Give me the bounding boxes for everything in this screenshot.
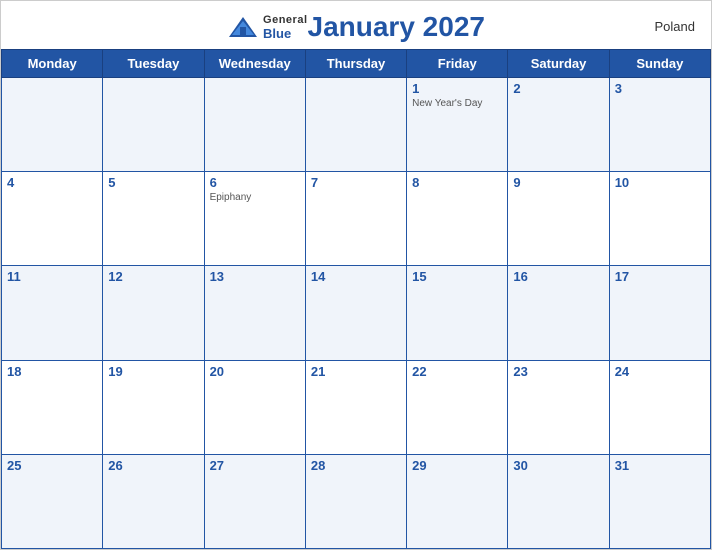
day-number: 8 bbox=[412, 175, 502, 190]
cell-week4-day7: 24 bbox=[609, 360, 710, 454]
cell-week3-day6: 16 bbox=[508, 266, 609, 360]
day-number: 2 bbox=[513, 81, 603, 96]
calendar-header: General Blue January 2027 Poland bbox=[1, 1, 711, 49]
calendar-title: January 2027 bbox=[308, 11, 485, 43]
week-row-4: 18 19 20 21 22 23 24 bbox=[2, 360, 711, 454]
holiday-name: Epiphany bbox=[210, 192, 300, 203]
logo-icon bbox=[227, 15, 259, 39]
cell-week5-day3: 27 bbox=[204, 454, 305, 548]
week-row-5: 25 26 27 28 29 30 31 bbox=[2, 454, 711, 548]
cell-week2-day5: 8 bbox=[407, 172, 508, 266]
day-number: 30 bbox=[513, 458, 603, 473]
day-number: 11 bbox=[7, 269, 97, 284]
cell-week5-day4: 28 bbox=[305, 454, 406, 548]
col-saturday: Saturday bbox=[508, 50, 609, 78]
cell-week1-day1 bbox=[2, 78, 103, 172]
holiday-name: New Year's Day bbox=[412, 98, 502, 109]
cell-week5-day5: 29 bbox=[407, 454, 508, 548]
cell-week5-day2: 26 bbox=[103, 454, 204, 548]
cell-week1-day2 bbox=[103, 78, 204, 172]
day-number: 6 bbox=[210, 175, 300, 190]
col-sunday: Sunday bbox=[609, 50, 710, 78]
cell-week3-day4: 14 bbox=[305, 266, 406, 360]
col-thursday: Thursday bbox=[305, 50, 406, 78]
day-number: 9 bbox=[513, 175, 603, 190]
cell-week1-day4 bbox=[305, 78, 406, 172]
cell-week2-day3: 6 Epiphany bbox=[204, 172, 305, 266]
day-number: 22 bbox=[412, 364, 502, 379]
calendar-body: 1New Year's Day23456Epiphany789101112131… bbox=[2, 78, 711, 549]
logo-text: General Blue bbox=[263, 14, 307, 41]
cell-week5-day6: 30 bbox=[508, 454, 609, 548]
week-row-3: 11 12 13 14 15 16 17 bbox=[2, 266, 711, 360]
cell-week5-day1: 25 bbox=[2, 454, 103, 548]
logo: General Blue bbox=[227, 14, 307, 41]
day-number: 26 bbox=[108, 458, 198, 473]
cell-week2-day2: 5 bbox=[103, 172, 204, 266]
day-number: 15 bbox=[412, 269, 502, 284]
cell-week1-day5: 1 New Year's Day bbox=[407, 78, 508, 172]
day-number: 10 bbox=[615, 175, 705, 190]
cell-week4-day4: 21 bbox=[305, 360, 406, 454]
cell-week4-day1: 18 bbox=[2, 360, 103, 454]
cell-week2-day7: 10 bbox=[609, 172, 710, 266]
day-number: 21 bbox=[311, 364, 401, 379]
cell-week3-day2: 12 bbox=[103, 266, 204, 360]
day-number: 24 bbox=[615, 364, 705, 379]
day-number: 3 bbox=[615, 81, 705, 96]
col-friday: Friday bbox=[407, 50, 508, 78]
week-row-2: 456 Epiphany 789 10 bbox=[2, 172, 711, 266]
cell-week2-day6: 9 bbox=[508, 172, 609, 266]
week-row-1: 1 New Year's Day 23 bbox=[2, 78, 711, 172]
day-number: 16 bbox=[513, 269, 603, 284]
day-number: 23 bbox=[513, 364, 603, 379]
cell-week1-day6: 2 bbox=[508, 78, 609, 172]
country-label: Poland bbox=[655, 19, 695, 34]
day-number: 7 bbox=[311, 175, 401, 190]
day-number: 29 bbox=[412, 458, 502, 473]
col-tuesday: Tuesday bbox=[103, 50, 204, 78]
cell-week3-day3: 13 bbox=[204, 266, 305, 360]
day-number: 31 bbox=[615, 458, 705, 473]
day-number: 20 bbox=[210, 364, 300, 379]
cell-week3-day7: 17 bbox=[609, 266, 710, 360]
calendar-wrapper: General Blue January 2027 Poland Monday … bbox=[0, 0, 712, 550]
day-number: 19 bbox=[108, 364, 198, 379]
cell-week4-day5: 22 bbox=[407, 360, 508, 454]
cell-week4-day3: 20 bbox=[204, 360, 305, 454]
logo-general-text: General bbox=[263, 14, 307, 26]
cell-week2-day1: 4 bbox=[2, 172, 103, 266]
logo-blue-text: Blue bbox=[263, 26, 307, 41]
cell-week4-day2: 19 bbox=[103, 360, 204, 454]
cell-week1-day3 bbox=[204, 78, 305, 172]
cell-week3-day1: 11 bbox=[2, 266, 103, 360]
day-number: 18 bbox=[7, 364, 97, 379]
day-number: 4 bbox=[7, 175, 97, 190]
day-number: 12 bbox=[108, 269, 198, 284]
day-number: 25 bbox=[7, 458, 97, 473]
day-number: 28 bbox=[311, 458, 401, 473]
day-number: 17 bbox=[615, 269, 705, 284]
cell-week5-day7: 31 bbox=[609, 454, 710, 548]
cell-week1-day7: 3 bbox=[609, 78, 710, 172]
cell-week2-day4: 7 bbox=[305, 172, 406, 266]
header-row: Monday Tuesday Wednesday Thursday Friday… bbox=[2, 50, 711, 78]
day-number: 14 bbox=[311, 269, 401, 284]
day-number: 1 bbox=[412, 81, 502, 96]
cell-week3-day5: 15 bbox=[407, 266, 508, 360]
col-monday: Monday bbox=[2, 50, 103, 78]
cell-week4-day6: 23 bbox=[508, 360, 609, 454]
col-wednesday: Wednesday bbox=[204, 50, 305, 78]
calendar-table: Monday Tuesday Wednesday Thursday Friday… bbox=[1, 49, 711, 549]
day-number: 27 bbox=[210, 458, 300, 473]
day-number: 5 bbox=[108, 175, 198, 190]
day-number: 13 bbox=[210, 269, 300, 284]
